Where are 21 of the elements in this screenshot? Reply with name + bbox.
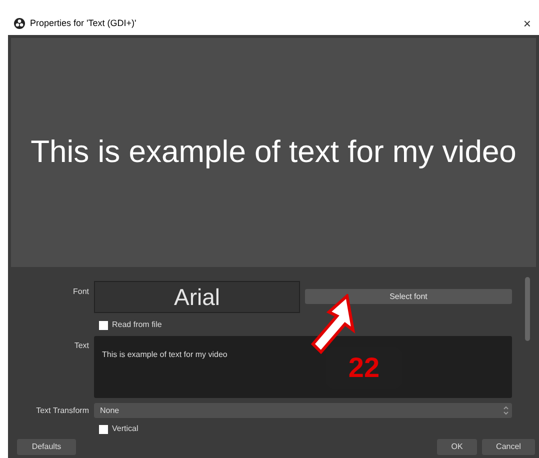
- cancel-button[interactable]: Cancel: [482, 439, 535, 455]
- spinner-arrows-icon: [503, 405, 509, 416]
- checkbox-label: Read from file: [112, 319, 162, 331]
- select-font-button[interactable]: Select font: [305, 289, 512, 304]
- font-name: Arial: [174, 282, 220, 312]
- app-logo-icon: [14, 18, 25, 29]
- text-transform-label: Text Transform: [35, 404, 90, 416]
- checkbox[interactable]: [99, 424, 108, 434]
- text-transform-dropdown[interactable]: None: [94, 403, 512, 418]
- scrollbar[interactable]: [525, 277, 530, 341]
- font-label: Font: [72, 286, 90, 298]
- window-title: Properties for 'Text (GDI+)': [30, 16, 136, 30]
- checkbox[interactable]: [99, 320, 108, 330]
- ok-button[interactable]: OK: [437, 439, 477, 455]
- dropdown-value: None: [100, 404, 120, 416]
- preview-text: This is example of text for my video: [30, 133, 516, 172]
- defaults-button[interactable]: Defaults: [17, 439, 76, 455]
- text-label: Text: [73, 340, 90, 352]
- checkbox-label: Vertical: [112, 423, 138, 435]
- text-value: This is example of text for my video: [102, 350, 228, 359]
- close-button[interactable]: ×: [523, 17, 531, 30]
